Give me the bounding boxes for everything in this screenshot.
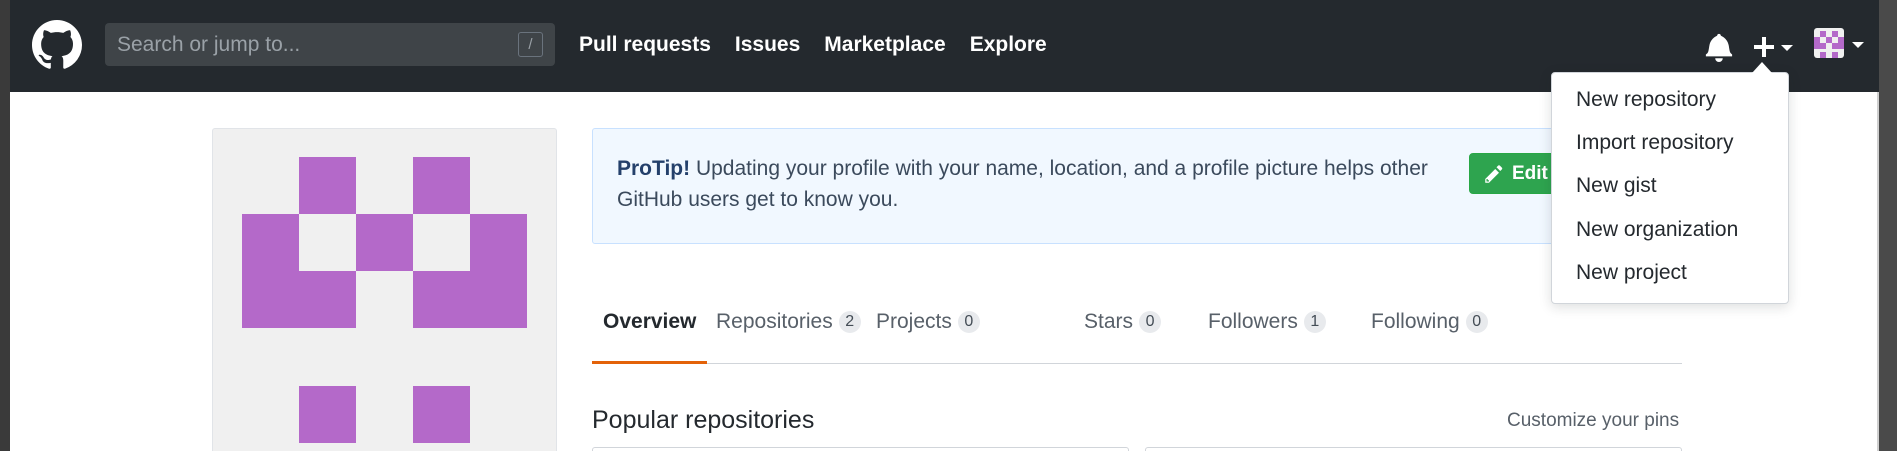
chevron-down-icon [1781, 45, 1793, 51]
tab-label: Overview [603, 310, 697, 333]
identicon-block [299, 157, 356, 214]
user-menu-button[interactable] [1814, 28, 1874, 62]
chevron-down-icon [1852, 42, 1864, 48]
protip-label: ProTip! [617, 157, 691, 180]
repo-card[interactable] [1145, 447, 1682, 451]
popular-repositories-heading: Popular repositories [592, 406, 815, 434]
main-nav: Pull requests Issues Marketplace Explore [579, 33, 1047, 57]
protip-banner: ProTip! Updating your profile with your … [592, 128, 1682, 244]
profile-tabs: Overview Repositories 2 Projects 0 Stars 0 … [592, 300, 1682, 364]
identicon-block [356, 214, 413, 271]
menu-item-new-project[interactable]: New project [1576, 261, 1687, 285]
search-box[interactable]: / [105, 23, 555, 66]
create-new-dropdown: New repository Import repository New gis… [1551, 72, 1789, 304]
identicon-block [413, 386, 470, 443]
customize-pins-link[interactable]: Customize your pins [1507, 410, 1679, 432]
tab-label: Stars [1084, 310, 1134, 333]
menu-item-new-repository[interactable]: New repository [1576, 88, 1716, 112]
nav-explore[interactable]: Explore [970, 33, 1047, 57]
tab-label: Followers [1208, 310, 1298, 333]
nav-marketplace[interactable]: Marketplace [824, 33, 945, 57]
identicon-block [413, 271, 470, 328]
create-new-button[interactable] [1752, 32, 1800, 62]
identicon-block [242, 214, 299, 328]
tab-label: Following [1371, 310, 1460, 333]
bell-icon[interactable] [1705, 32, 1733, 62]
menu-item-new-gist[interactable]: New gist [1576, 174, 1657, 198]
tab-projects[interactable]: Projects 0 [876, 310, 980, 364]
tab-counter: 1 [1303, 311, 1326, 333]
menu-item-import-repository[interactable]: Import repository [1576, 131, 1734, 155]
tab-label: Repositories [716, 310, 833, 333]
protip-text: ProTip! Updating your profile with your … [617, 153, 1477, 215]
identicon-block [299, 271, 356, 328]
profile-avatar[interactable] [212, 128, 557, 451]
pencil-icon [1485, 165, 1503, 183]
tab-counter: 2 [838, 311, 861, 333]
tab-counter: 0 [1139, 311, 1162, 333]
tab-counter: 0 [1465, 311, 1488, 333]
tab-repositories[interactable]: Repositories 2 [716, 310, 861, 364]
search-input[interactable] [105, 23, 555, 66]
dropdown-pointer [1752, 62, 1772, 73]
tab-label: Projects [876, 310, 952, 333]
tab-followers[interactable]: Followers 1 [1208, 310, 1326, 364]
protip-message: Updating your profile with your name, lo… [617, 157, 1428, 211]
tab-overview[interactable]: Overview [592, 310, 708, 364]
identicon-block [470, 214, 527, 328]
plus-icon [1754, 37, 1774, 57]
window-frame-right [1879, 0, 1897, 451]
search-shortcut-hint: / [518, 32, 543, 57]
nav-issues[interactable]: Issues [735, 33, 800, 57]
window-frame-left [0, 0, 10, 451]
menu-item-new-organization[interactable]: New organization [1576, 218, 1738, 242]
nav-pull-requests[interactable]: Pull requests [579, 33, 711, 57]
identicon-block [299, 386, 356, 443]
tab-following[interactable]: Following 0 [1371, 310, 1488, 364]
github-logo-icon[interactable] [32, 20, 82, 70]
avatar [1814, 28, 1844, 58]
repo-card[interactable] [592, 447, 1129, 451]
identicon-block [413, 157, 470, 214]
tab-stars[interactable]: Stars 0 [1084, 310, 1162, 364]
tab-counter: 0 [957, 311, 980, 333]
